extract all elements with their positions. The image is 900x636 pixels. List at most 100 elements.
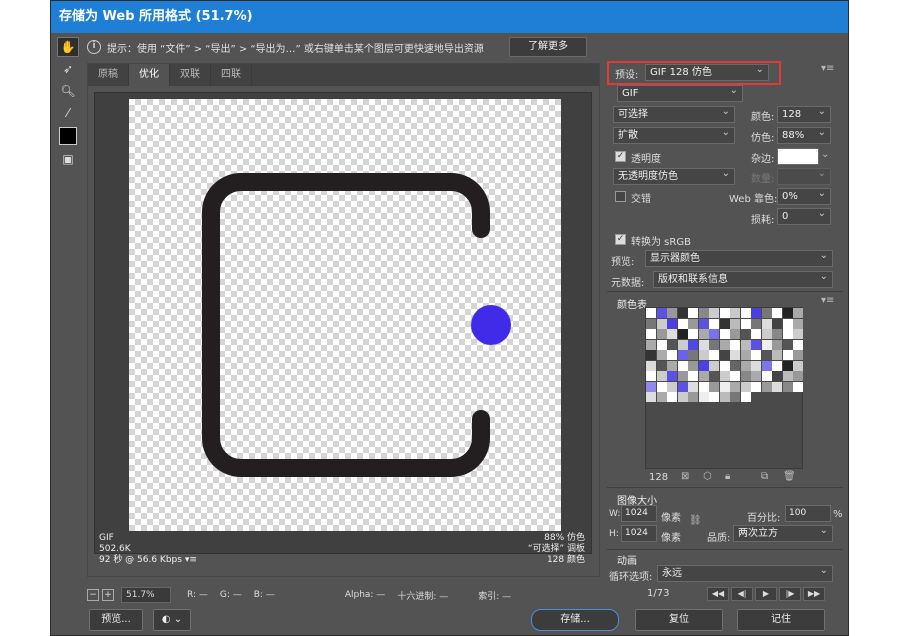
color-swatch[interactable]: [782, 339, 793, 350]
color-swatch[interactable]: [698, 381, 709, 392]
color-swatch[interactable]: [740, 339, 751, 350]
color-swatch[interactable]: [782, 360, 793, 371]
color-swatch[interactable]: [740, 381, 751, 392]
color-swatch[interactable]: [656, 360, 667, 371]
learn-more-button[interactable]: 了解更多: [509, 37, 587, 57]
color-swatch[interactable]: [646, 339, 656, 350]
color-swatch[interactable]: [698, 308, 709, 318]
color-swatch[interactable]: [761, 381, 772, 392]
color-swatch[interactable]: [782, 318, 793, 329]
color-swatch[interactable]: [730, 371, 740, 381]
color-swatch[interactable]: [782, 381, 793, 392]
color-swatch[interactable]: [709, 392, 719, 402]
color-swatch[interactable]: [698, 360, 709, 371]
zoom-tool-icon[interactable]: 🔍︎: [57, 81, 79, 101]
color-swatch[interactable]: [656, 339, 667, 350]
metadata-select[interactable]: 版权和联系信息: [653, 269, 833, 288]
color-swatch[interactable]: [772, 329, 782, 339]
color-swatch[interactable]: [751, 318, 761, 329]
color-reduction-select[interactable]: 可选择: [613, 104, 735, 123]
color-swatch[interactable]: [751, 350, 761, 360]
color-swatch[interactable]: [656, 308, 667, 318]
slice-select-tool-icon[interactable]: ➶: [57, 59, 79, 79]
transparency-checkbox[interactable]: ✓: [615, 151, 626, 162]
color-swatch[interactable]: [688, 318, 698, 329]
color-swatch[interactable]: [761, 318, 772, 329]
color-swatch[interactable]: [688, 339, 698, 350]
hand-tool-icon[interactable]: ✋: [57, 37, 79, 57]
color-swatch[interactable]: [646, 392, 656, 402]
matte-color-swatch[interactable]: [777, 148, 819, 165]
web-snap-select[interactable]: 0%: [777, 186, 831, 205]
menu-icon[interactable]: ▾≡: [185, 555, 197, 565]
color-swatch[interactable]: [719, 339, 730, 350]
color-swatch[interactable]: [677, 329, 688, 339]
color-swatch[interactable]: [688, 371, 698, 381]
color-swatch[interactable]: [719, 381, 730, 392]
color-swatch[interactable]: [740, 308, 751, 318]
color-swatch[interactable]: [772, 360, 782, 371]
color-swatch[interactable]: [656, 381, 667, 392]
width-input[interactable]: 1024: [621, 505, 657, 522]
color-swatch[interactable]: [698, 371, 709, 381]
color-swatch[interactable]: [698, 339, 709, 350]
color-swatch[interactable]: [761, 371, 772, 381]
color-swatch[interactable]: [793, 318, 803, 329]
prev-frame-icon[interactable]: ◀|: [731, 587, 753, 601]
color-swatch[interactable]: [709, 329, 719, 339]
color-swatch[interactable]: [646, 371, 656, 381]
color-swatch[interactable]: [730, 360, 740, 371]
color-swatch[interactable]: [740, 350, 751, 360]
color-swatch[interactable]: [761, 339, 772, 350]
format-select[interactable]: GIF: [617, 83, 743, 102]
color-swatch[interactable]: [751, 339, 761, 350]
preview-color-select[interactable]: 显示器颜色: [645, 248, 833, 267]
convert-srgb-checkbox[interactable]: ✓: [615, 234, 626, 245]
preview-button[interactable]: 预览...: [89, 609, 143, 631]
color-swatch[interactable]: [698, 318, 709, 329]
color-swatch[interactable]: [730, 381, 740, 392]
color-swatch[interactable]: [761, 350, 772, 360]
matte-dropdown-icon[interactable]: ⌄: [821, 149, 829, 160]
color-swatch[interactable]: [772, 371, 782, 381]
color-swatch[interactable]: [730, 339, 740, 350]
color-swatch[interactable]: [751, 381, 761, 392]
color-swatch[interactable]: [719, 392, 730, 402]
transparency-dither-select[interactable]: 无透明度仿色: [613, 166, 735, 185]
color-swatch[interactable]: [667, 371, 677, 381]
color-swatch[interactable]: [730, 329, 740, 339]
color-swatch[interactable]: [751, 371, 761, 381]
color-swatch[interactable]: [677, 318, 688, 329]
color-swatch[interactable]: [793, 329, 803, 339]
color-swatch[interactable]: [740, 360, 751, 371]
color-swatch[interactable]: [677, 360, 688, 371]
color-swatch[interactable]: [782, 350, 793, 360]
color-swatch[interactable]: [730, 308, 740, 318]
color-swatch[interactable]: [730, 350, 740, 360]
color-swatch[interactable]: [698, 329, 709, 339]
map-colors-icon[interactable]: ⊠: [681, 471, 689, 482]
colors-select[interactable]: 128: [777, 104, 831, 123]
color-swatch[interactable]: [719, 308, 730, 318]
web-shift-icon[interactable]: ⬡: [703, 471, 712, 482]
color-swatch[interactable]: [709, 318, 719, 329]
constrain-proportions-icon[interactable]: ⛓: [689, 515, 702, 526]
tab-1[interactable]: 优化: [129, 64, 170, 86]
color-swatch[interactable]: [667, 308, 677, 318]
color-swatch[interactable]: [688, 350, 698, 360]
next-frame-icon[interactable]: |▶: [779, 587, 801, 601]
color-swatch[interactable]: [688, 308, 698, 318]
browser-preview-icon[interactable]: ◐ ⌄: [153, 609, 191, 631]
color-swatch[interactable]: [740, 318, 751, 329]
color-swatch[interactable]: [667, 329, 677, 339]
color-swatch[interactable]: [772, 339, 782, 350]
color-swatch[interactable]: [646, 350, 656, 360]
color-swatch[interactable]: [667, 318, 677, 329]
color-swatch[interactable]: [761, 360, 772, 371]
color-swatch[interactable]: [740, 392, 751, 402]
color-swatch[interactable]: [709, 308, 719, 318]
dither-amount-select[interactable]: 88%: [777, 125, 831, 144]
interlaced-checkbox[interactable]: [615, 191, 626, 202]
toggle-slices-icon[interactable]: ▣: [57, 149, 79, 169]
color-swatch[interactable]: [772, 318, 782, 329]
